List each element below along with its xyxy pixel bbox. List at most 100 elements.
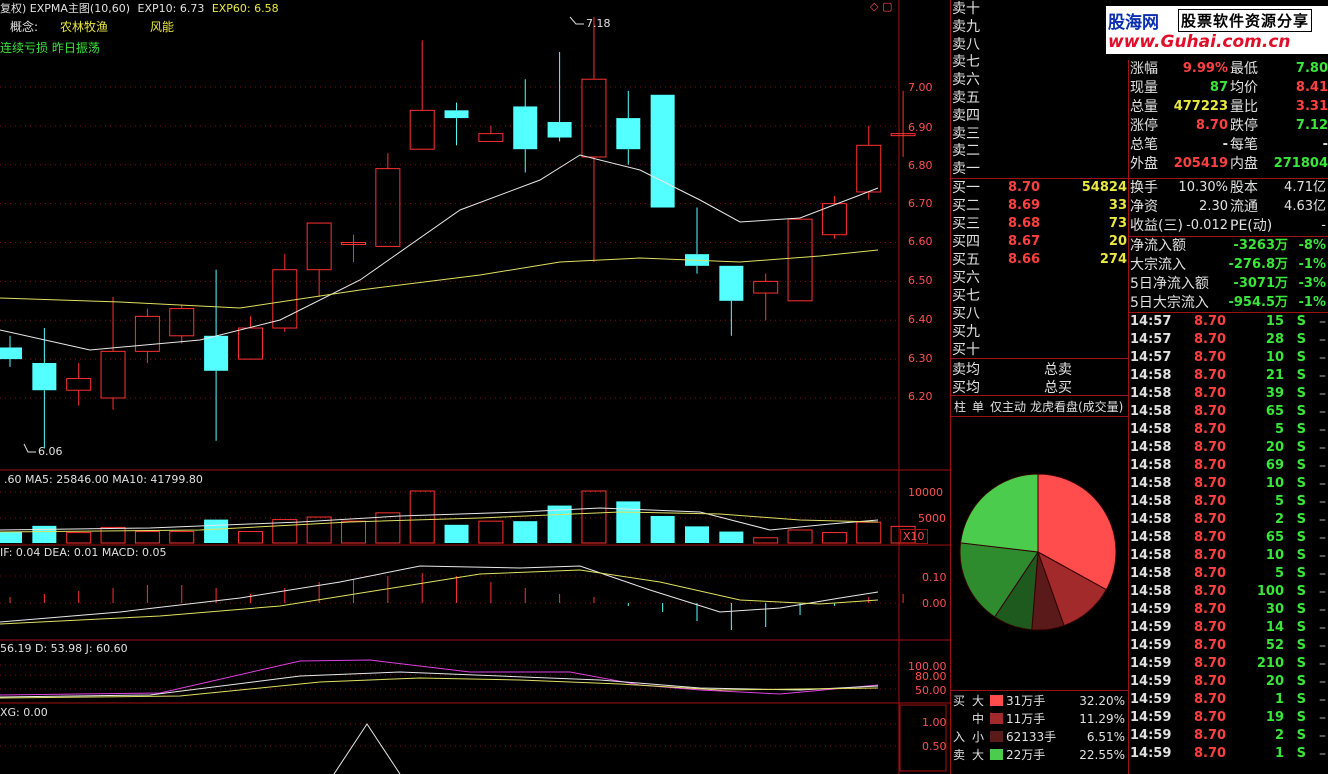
tick-row[interactable]: 14:57 8.70 10 S – [1130,349,1328,367]
sell-level-row[interactable]: 卖八 [952,36,1127,54]
tick-row[interactable]: 14:58 8.70 2 S – [1130,511,1328,529]
volume-bar [169,531,195,544]
sell-level-label: 卖六 [952,72,980,89]
tick-row[interactable]: 14:58 8.70 5 S – [1130,421,1328,439]
tick-row[interactable]: 14:59 8.70 210 S – [1130,655,1328,673]
fundamental-label: 股本 [1230,180,1258,196]
tick-dash: – [1319,404,1326,420]
tick-row[interactable]: 14:58 8.70 10 S – [1130,475,1328,493]
sell-level-row[interactable]: 卖十 [952,0,1127,18]
volume-bar [513,521,538,543]
buy-level-row[interactable]: 买二 8.69 33 [952,197,1127,215]
buy-level-label: 买四 [952,234,980,250]
tick-side: S [1296,620,1306,635]
tick-row[interactable]: 14:59 8.70 14 S – [1130,619,1328,637]
buy-level-row[interactable]: 买七 [952,287,1127,305]
flow-swatch [990,731,1003,742]
tick-row[interactable]: 14:57 8.70 28 S – [1130,331,1328,349]
quote-value: 477223 [1173,99,1228,114]
tick-time: 14:58 [1130,386,1172,401]
buy-level-row[interactable]: 买六 [952,269,1127,287]
macd-tick: 0.00 [922,597,947,610]
tick-time: 14:57 [1130,332,1172,347]
tick-row[interactable]: 14:58 8.70 10 S – [1130,547,1328,565]
tick-dash: – [1319,692,1326,708]
volume-bar [787,529,813,544]
flow-size: 大 [972,748,985,762]
sell-level-row[interactable]: 卖四 [952,107,1127,125]
tick-row[interactable]: 14:58 8.70 100 S – [1130,583,1328,601]
tick-row[interactable]: 14:58 8.70 65 S – [1130,529,1328,547]
tick-row[interactable]: 14:59 8.70 52 S – [1130,637,1328,655]
quote-value: 7.12 [1295,118,1328,133]
tick-price: 8.70 [1194,602,1227,617]
buy-level-label: 买八 [952,306,980,322]
tick-price: 8.70 [1194,422,1227,437]
tick-row[interactable]: 14:58 8.70 69 S – [1130,457,1328,475]
buy-level-row[interactable]: 买十 [952,341,1127,359]
volume-tick: 10000 [908,486,943,499]
tab-bar-chart[interactable]: 柱 [954,398,966,415]
buy-level-row[interactable]: 买五 8.66 274 [952,251,1127,269]
tab-active-only[interactable]: 仅主动 [990,398,1026,415]
tick-volume: 69 [1265,458,1284,473]
watermark-banner[interactable]: 股海网 股票软件资源分享 www.Guhai.com.cn [1106,6,1328,54]
risk-label[interactable]: 风能 [150,18,174,35]
buy-level-row[interactable]: 买一 8.70 54824 [952,179,1127,197]
sell-level-row[interactable]: 卖二 [952,142,1127,160]
tick-price: 8.70 [1194,440,1227,455]
sell-level-row[interactable]: 卖七 [952,53,1127,71]
volume-bar [547,505,572,543]
tick-list[interactable]: 14:57 8.70 15 S –14:57 8.70 28 S –14:57 8.70 10 S –1… [1130,313,1328,774]
sell-level-row[interactable]: 卖三 [952,125,1127,143]
buy-level-row[interactable]: 买九 [952,323,1127,341]
flow-amount: 62133手 [1006,730,1057,744]
concept-value[interactable]: 农林牧渔 [60,18,108,35]
tick-volume: 65 [1265,404,1284,419]
sell-level-row[interactable]: 卖五 [952,89,1127,107]
fundamental-value: - [1321,218,1326,233]
tick-side: S [1296,512,1306,527]
buy-level-row[interactable]: 买八 [952,305,1127,323]
sell-level-row[interactable]: 卖六 [952,71,1127,89]
fund-flow-value: -276.8万 [1228,257,1288,272]
tick-row[interactable]: 14:59 8.70 1 S – [1130,745,1328,763]
tick-time: 14:58 [1130,458,1172,473]
sell-level-row[interactable]: 卖九 [952,18,1127,36]
tab-dragon-tiger[interactable]: 龙虎看盘(成交量) [1030,398,1123,415]
tick-volume: 14 [1265,620,1284,635]
tick-volume: 52 [1265,638,1284,653]
tick-row[interactable]: 14:58 8.70 5 S – [1130,493,1328,511]
tick-dash: – [1319,566,1326,582]
tick-volume: 210 [1256,656,1284,671]
tick-row[interactable]: 14:58 8.70 20 S – [1130,439,1328,457]
tick-row[interactable]: 14:59 8.70 1 S – [1130,691,1328,709]
sell-level-row[interactable]: 卖一 [952,160,1127,178]
tick-row[interactable]: 14:58 8.70 65 S – [1130,403,1328,421]
tick-row[interactable]: 14:59 8.70 20 S – [1130,673,1328,691]
buy-level-volume: 33 [1108,198,1127,213]
tick-dash: – [1319,620,1326,636]
volume-bar [685,526,709,543]
chart-area[interactable]: 复权) EXPMA主图(10,60) EXP10: 6.73 EXP60: 6.… [0,0,950,774]
window-controls[interactable]: ◇ ▢ [870,0,892,13]
tick-volume: 10 [1265,350,1284,365]
tick-row[interactable]: 14:58 8.70 21 S – [1130,367,1328,385]
tick-row[interactable]: 14:59 8.70 2 S – [1130,727,1328,745]
buy-level-row[interactable]: 买三 8.68 73 [952,215,1127,233]
tab-single[interactable]: 单 [972,398,984,415]
buy-level-row[interactable]: 买四 8.67 20 [952,233,1127,251]
tick-row[interactable]: 14:58 8.70 5 S – [1130,565,1328,583]
volume-unit[interactable]: X10 [900,529,928,544]
tick-row[interactable]: 14:59 8.70 19 S – [1130,709,1328,727]
tick-row[interactable]: 14:57 8.70 15 S – [1130,313,1328,331]
quote-value: 3.31 [1295,99,1328,114]
quote-label: 现量 [1130,80,1158,96]
exp60-line [0,249,879,309]
kline-chart[interactable] [0,0,950,774]
buy-avg-label: 买均 [952,380,980,396]
fund-flow-pct: -1% [1298,295,1326,310]
candle-body [650,94,675,208]
tick-row[interactable]: 14:58 8.70 39 S – [1130,385,1328,403]
tick-row[interactable]: 14:59 8.70 30 S – [1130,601,1328,619]
